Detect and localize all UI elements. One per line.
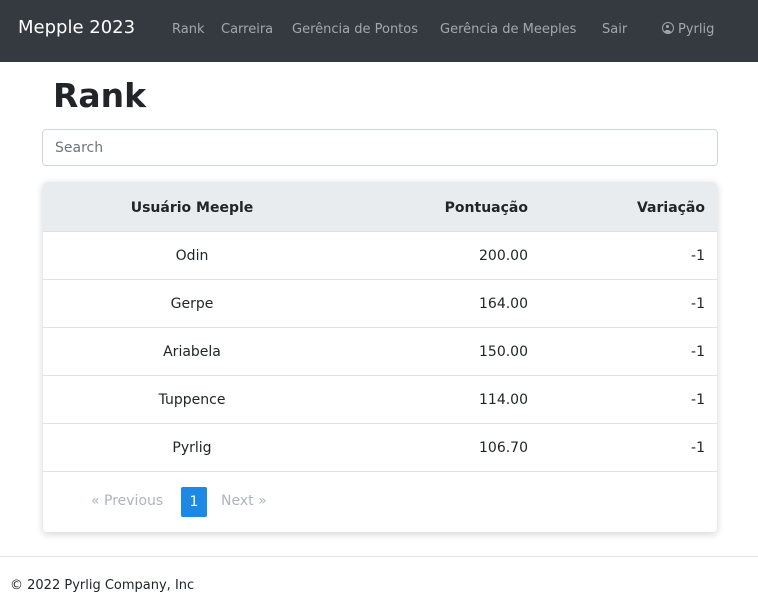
cell-user: Odin — [175, 248, 209, 264]
cell-score: 114.00 — [479, 392, 528, 408]
table-row: Ariabela 150.00 -1 — [43, 328, 717, 376]
nav-user-menu[interactable]: Pyrlig — [662, 22, 714, 37]
search-input[interactable] — [42, 129, 718, 166]
cell-score: 106.70 — [479, 440, 528, 456]
page-title: Rank — [53, 76, 147, 115]
pagination-next[interactable]: Next » — [221, 493, 267, 509]
footer-copyright: © 2022 Pyrlig Company, Inc — [10, 578, 195, 593]
table-row: Pyrlig 106.70 -1 — [43, 424, 717, 472]
user-circle-icon — [662, 22, 674, 34]
pagination-page-current[interactable]: 1 — [181, 487, 207, 517]
pagination: « Previous 1 Next » — [43, 487, 717, 517]
cell-variation: -1 — [691, 440, 705, 456]
cell-user: Pyrlig — [172, 440, 212, 456]
table-row: Gerpe 164.00 -1 — [43, 280, 717, 328]
cell-user: Gerpe — [170, 296, 214, 312]
nav-link-carreira[interactable]: Carreira — [221, 22, 273, 37]
cell-score: 164.00 — [479, 296, 528, 312]
nav-link-gerencia-meeples[interactable]: Gerência de Meeples — [440, 22, 576, 37]
navbar: Mepple 2023 Rank Carreira Gerência de Po… — [0, 0, 758, 62]
cell-score: 200.00 — [479, 248, 528, 264]
column-header-variation[interactable]: Variação — [603, 200, 705, 216]
cell-user: Ariabela — [163, 344, 221, 360]
pagination-previous[interactable]: « Previous — [91, 493, 163, 509]
column-header-user[interactable]: Usuário Meeple — [43, 200, 341, 216]
cell-variation: -1 — [691, 392, 705, 408]
cell-variation: -1 — [691, 296, 705, 312]
cell-variation: -1 — [691, 248, 705, 264]
table-row: Tuppence 114.00 -1 — [43, 376, 717, 424]
table-header: Usuário Meeple Pontuação Variação — [43, 182, 717, 232]
rank-table-card: Usuário Meeple Pontuação Variação Odin 2… — [43, 182, 717, 532]
table-row: Odin 200.00 -1 — [43, 232, 717, 280]
cell-user: Tuppence — [158, 392, 226, 408]
footer-divider — [0, 556, 758, 557]
cell-score: 150.00 — [479, 344, 528, 360]
cell-variation: -1 — [691, 344, 705, 360]
nav-link-rank[interactable]: Rank — [172, 22, 204, 37]
nav-user-name: Pyrlig — [678, 22, 715, 37]
nav-link-gerencia-pontos[interactable]: Gerência de Pontos — [292, 22, 418, 37]
nav-link-sair[interactable]: Sair — [602, 22, 627, 37]
column-header-score[interactable]: Pontuação — [343, 200, 528, 216]
brand[interactable]: Mepple 2023 — [18, 17, 135, 38]
